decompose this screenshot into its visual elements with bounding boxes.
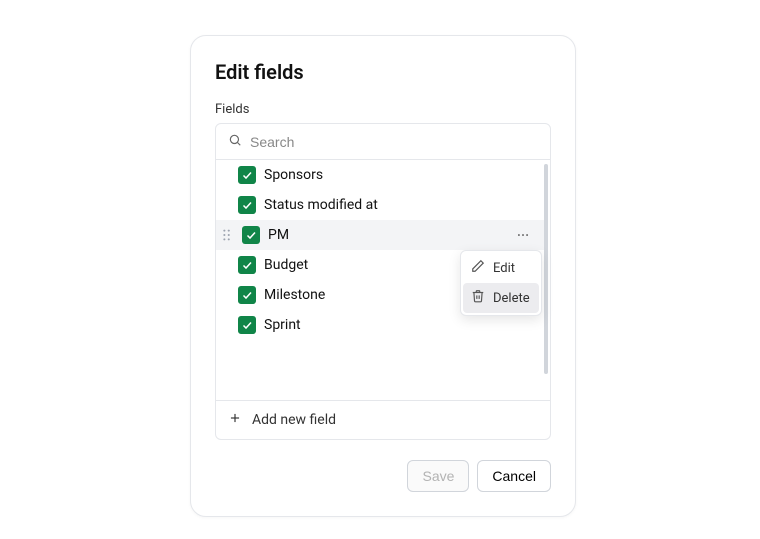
field-row-active[interactable]: PM Edit Delete (216, 220, 544, 250)
edit-label: Edit (493, 261, 515, 276)
field-label: Sprint (264, 317, 534, 333)
delete-label: Delete (493, 291, 530, 306)
checkbox-checked-icon[interactable] (238, 286, 256, 304)
cancel-button[interactable]: Cancel (477, 460, 551, 492)
field-label: PM (268, 227, 508, 243)
row-actions-dropdown: Edit Delete (460, 250, 542, 316)
fields-box: Sponsors Status modified at PM (215, 123, 551, 440)
plus-icon (228, 411, 242, 429)
add-new-field-button[interactable]: Add new field (216, 400, 550, 439)
more-actions-button[interactable] (516, 228, 534, 242)
checkbox-checked-icon[interactable] (238, 196, 256, 214)
scrollbar[interactable] (544, 164, 548, 374)
edit-fields-dialog: Edit fields Fields Sponsors Status modif… (190, 35, 576, 517)
edit-menu-item[interactable]: Edit (463, 253, 539, 283)
field-list: Sponsors Status modified at PM (216, 160, 550, 400)
field-row[interactable]: Status modified at (216, 190, 544, 220)
checkbox-checked-icon[interactable] (242, 226, 260, 244)
field-label: Sponsors (264, 167, 534, 183)
dialog-title: Edit fields (215, 60, 551, 84)
search-icon (228, 132, 242, 151)
trash-icon (471, 289, 485, 307)
search-input[interactable] (250, 134, 538, 150)
checkbox-checked-icon[interactable] (238, 316, 256, 334)
add-new-label: Add new field (252, 412, 336, 428)
field-label: Status modified at (264, 197, 534, 213)
drag-handle-icon[interactable] (220, 228, 234, 242)
field-row[interactable]: Sponsors (216, 160, 544, 190)
delete-menu-item[interactable]: Delete (463, 283, 539, 313)
search-row (216, 124, 550, 160)
dialog-footer: Save Cancel (215, 460, 551, 492)
save-button[interactable]: Save (407, 460, 469, 492)
checkbox-checked-icon[interactable] (238, 166, 256, 184)
fields-section-label: Fields (215, 102, 551, 117)
list-spacer (216, 340, 544, 400)
checkbox-checked-icon[interactable] (238, 256, 256, 274)
pencil-icon (471, 259, 485, 277)
